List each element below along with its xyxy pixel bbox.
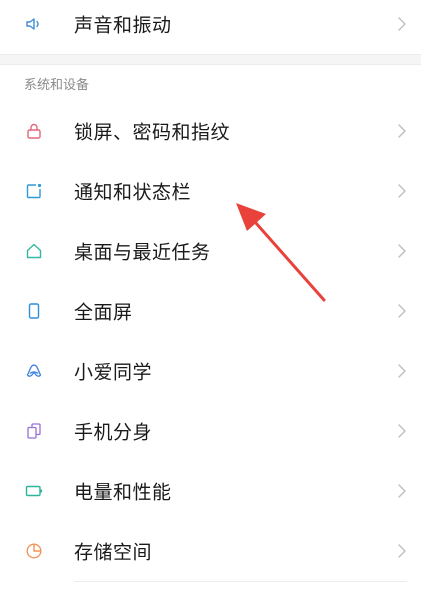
settings-item-label: 锁屏、密码和指纹	[74, 121, 231, 144]
xiaoai-icon	[26, 364, 42, 377]
divider	[74, 581, 407, 582]
chevron-right-icon	[398, 124, 406, 138]
settings-item-full-screen[interactable]: 全面屏	[0, 281, 421, 341]
chevron-right-icon	[398, 484, 406, 498]
settings-item-lock-password-fingerprint[interactable]: 锁屏、密码和指纹	[0, 101, 421, 161]
settings-item-sound[interactable]: 声音和振动	[0, 0, 421, 54]
settings-item-xiaoai[interactable]: 小爱同学	[0, 341, 421, 401]
settings-item-label: 电量和性能	[74, 481, 172, 504]
settings-item-second-space[interactable]: 手机分身	[0, 401, 421, 461]
chevron-right-icon	[398, 17, 406, 31]
settings-item-battery-performance[interactable]: 电量和性能	[0, 461, 421, 521]
settings-item-label: 小爱同学	[74, 361, 153, 384]
chevron-right-icon	[398, 244, 406, 258]
settings-item-notifications-statusbar[interactable]: 通知和状态栏	[0, 161, 421, 221]
dual-phone-icon	[27, 423, 41, 439]
settings-item-desktop-recent-tasks[interactable]: 桌面与最近任务	[0, 221, 421, 281]
settings-item-label: 全面屏	[74, 301, 133, 324]
settings-item-storage[interactable]: 存储空间	[0, 521, 421, 581]
settings-item-label: 手机分身	[74, 421, 153, 444]
phone-screen-icon	[28, 303, 40, 319]
chevron-right-icon	[398, 544, 406, 558]
divider	[0, 64, 421, 65]
settings-item-label: 存储空间	[74, 541, 153, 564]
chevron-right-icon	[398, 424, 406, 438]
settings-item-label: 通知和状态栏	[74, 181, 192, 204]
section-header: 系统和设备	[24, 78, 90, 93]
chevron-right-icon	[398, 184, 406, 198]
chevron-right-icon	[398, 304, 406, 318]
settings-item-label: 声音和振动	[74, 14, 172, 37]
chevron-right-icon	[398, 364, 406, 378]
notification-icon	[26, 183, 42, 199]
storage-pie-icon	[26, 543, 42, 559]
settings-item-label: 桌面与最近任务	[74, 241, 211, 264]
speaker-icon	[26, 18, 39, 30]
home-icon	[26, 243, 42, 259]
battery-icon	[25, 485, 43, 497]
lock-icon	[27, 123, 41, 139]
